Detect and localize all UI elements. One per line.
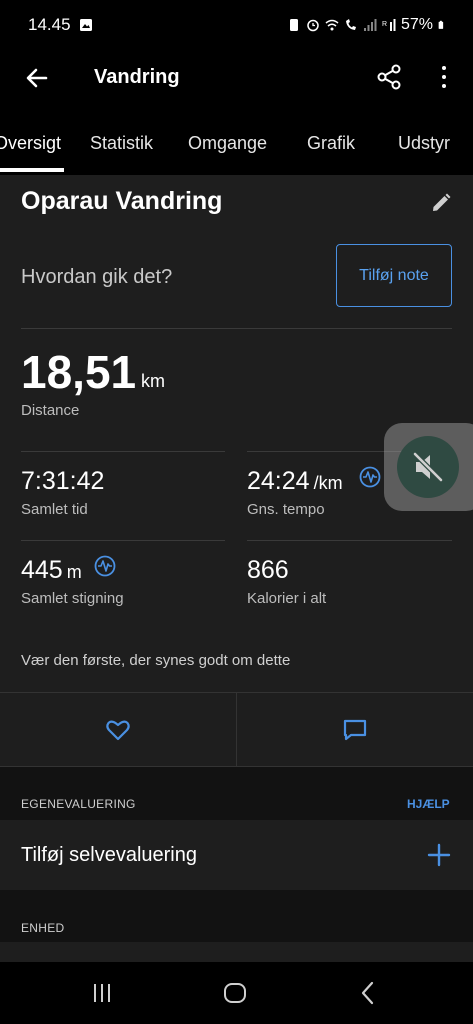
ascent-label: Samlet stigning xyxy=(21,590,124,607)
avg-pace-value: 24:24/km xyxy=(247,467,343,495)
tab-statistik[interactable]: Statistik xyxy=(90,133,153,154)
tab-udstyr[interactable]: Udstyr xyxy=(398,133,450,154)
section-title: ENHED xyxy=(21,921,65,935)
signal-r-icon: R xyxy=(382,19,396,31)
distance-value: 18,51 xyxy=(21,346,137,398)
distance-unit: km xyxy=(141,371,165,391)
avg-pace-unit: /km xyxy=(313,473,343,493)
floating-mute-widget[interactable] xyxy=(384,423,473,511)
divider xyxy=(21,328,452,329)
add-self-eval-row[interactable]: Tilføj selvevaluering xyxy=(0,820,473,890)
comment-icon[interactable] xyxy=(342,717,368,743)
active-tab-indicator xyxy=(0,168,64,172)
more-vert-icon[interactable] xyxy=(432,62,456,92)
action-divider xyxy=(236,693,237,768)
plus-icon[interactable] xyxy=(426,842,452,868)
alarm-icon xyxy=(307,19,319,32)
back-nav-icon[interactable] xyxy=(353,978,383,1008)
avg-pace-label: Gns. tempo xyxy=(247,501,325,518)
overview-content: Oparau Vandring Hvordan gik det? Tilføj … xyxy=(0,175,473,962)
system-nav-bar xyxy=(0,962,473,1024)
wifi-call-icon xyxy=(345,19,356,30)
mute-icon xyxy=(412,451,444,483)
activity-name: Oparau Vandring xyxy=(21,187,223,215)
ascent-value: 445 m xyxy=(21,556,82,584)
status-bar: 14.45 R 57% xyxy=(0,0,473,50)
tab-omgange[interactable]: Omgange xyxy=(188,133,267,154)
app-bar: Vandring xyxy=(0,50,473,105)
calories-label: Kalorier i alt xyxy=(247,590,327,607)
back-arrow-icon xyxy=(26,68,48,87)
battery-icon xyxy=(438,20,444,29)
total-time-label: Samlet tid xyxy=(21,501,88,518)
home-icon[interactable] xyxy=(220,978,250,1008)
calories-value: 866 xyxy=(247,556,289,584)
divider xyxy=(21,540,225,541)
gallery-icon xyxy=(79,19,92,31)
recent-apps-icon[interactable] xyxy=(87,978,117,1008)
device-row[interactable] xyxy=(0,942,473,962)
ascent-unit: m xyxy=(66,562,82,582)
back-button[interactable] xyxy=(22,63,52,93)
signal-icon xyxy=(363,19,377,31)
add-note-button[interactable]: Tilføj note xyxy=(336,244,452,307)
social-actions xyxy=(0,692,473,768)
tab-bar: Oversigt Statistik Omgange Grafik Udstyr xyxy=(0,117,473,172)
mute-button[interactable] xyxy=(397,436,459,498)
tab-grafik[interactable]: Grafik xyxy=(307,133,355,154)
distance-label: Distance xyxy=(21,402,80,419)
heart-icon[interactable] xyxy=(105,717,131,743)
heart-rate-icon xyxy=(94,555,116,577)
battery-percent: 57% xyxy=(400,16,433,33)
divider xyxy=(247,540,452,541)
add-self-eval-label: Tilføj selvevaluering xyxy=(21,844,197,866)
status-time: 14.45 xyxy=(28,15,71,34)
edit-pencil-icon[interactable] xyxy=(430,192,452,214)
svg-text:R: R xyxy=(382,21,387,28)
heart-rate-icon xyxy=(359,466,381,488)
how-did-it-go-prompt: Hvordan gik det? xyxy=(21,266,173,288)
wifi-icon xyxy=(325,19,339,31)
page-title: Vandring xyxy=(94,66,180,88)
share-icon[interactable] xyxy=(374,62,404,92)
help-link[interactable]: HJÆLP xyxy=(407,797,450,811)
battery-saver-icon xyxy=(289,19,298,31)
device-section-header: ENHED xyxy=(0,890,473,942)
section-title: EGENEVALUERING xyxy=(21,797,136,811)
tab-oversigt[interactable]: Oversigt xyxy=(0,133,61,154)
self-eval-section-header: EGENEVALUERING HJÆLP xyxy=(0,767,473,820)
total-time-value: 7:31:42 xyxy=(21,467,105,495)
first-like-text: Vær den første, der synes godt om dette xyxy=(21,652,291,669)
divider xyxy=(21,451,225,452)
